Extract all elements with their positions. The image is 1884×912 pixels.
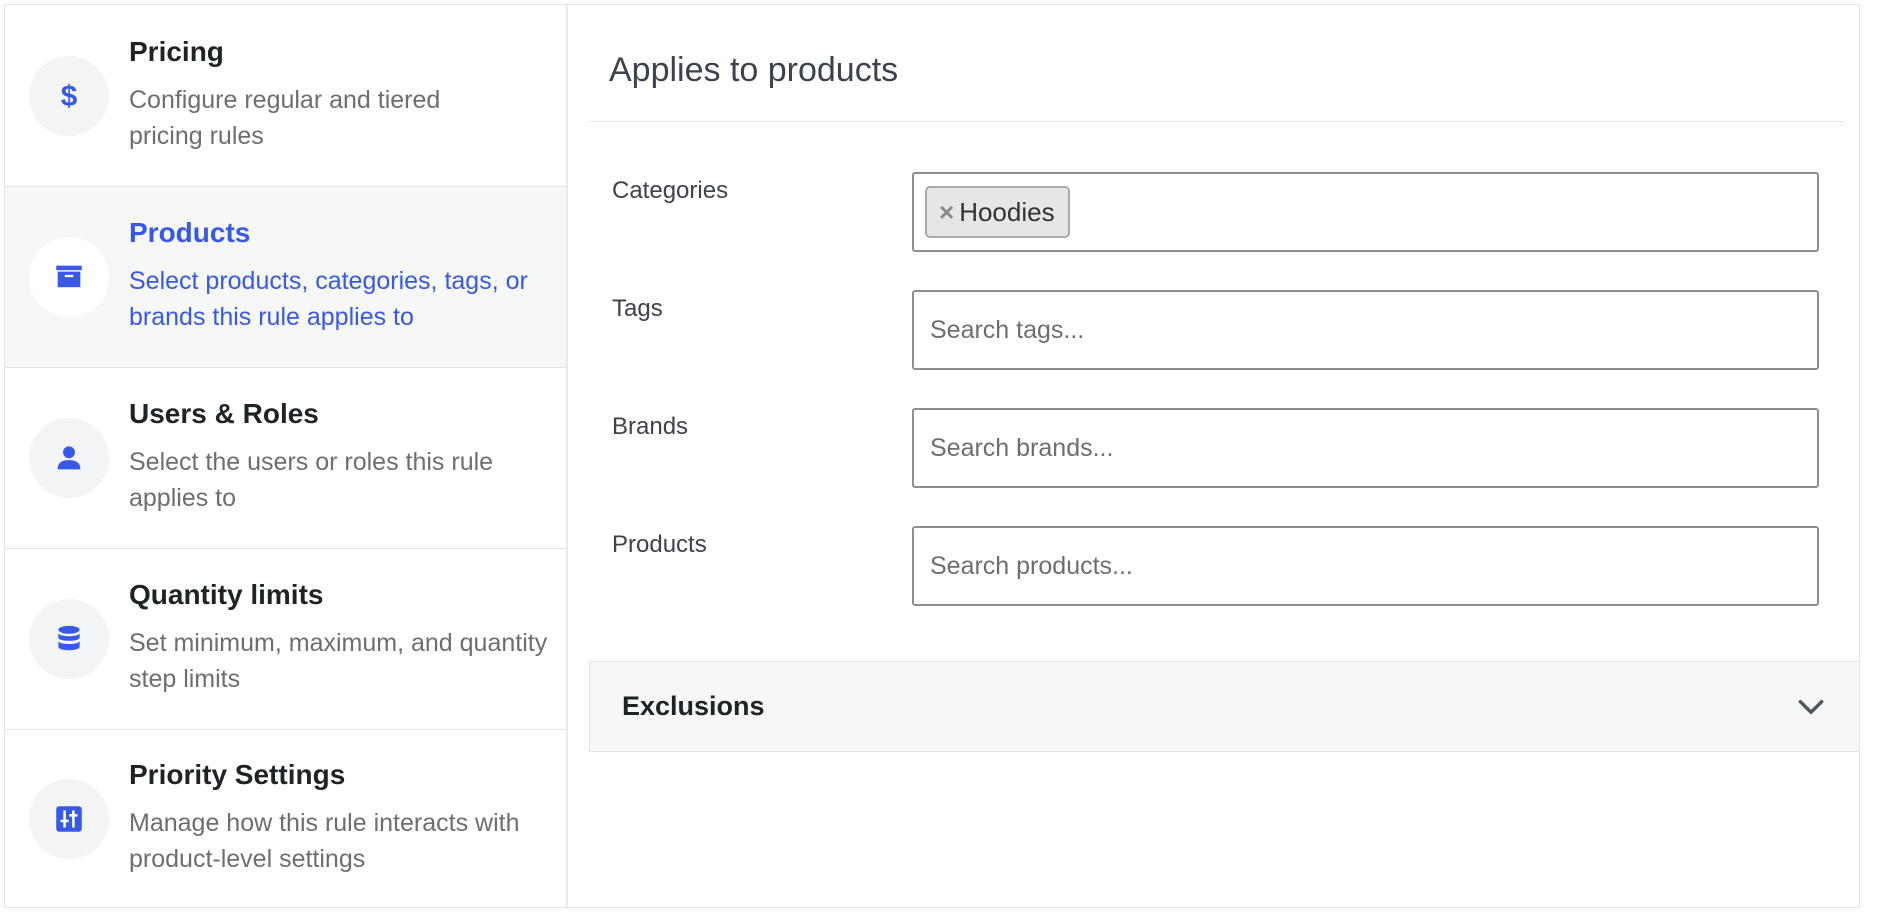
products-label: Products xyxy=(612,531,707,558)
brands-label: Brands xyxy=(612,413,689,440)
svg-text:$: $ xyxy=(61,79,78,112)
sliders-icon xyxy=(29,778,109,859)
tags-label: Tags xyxy=(612,295,663,322)
sidebar-item-desc: Configure regular and tiered pricing rul… xyxy=(129,85,441,150)
sidebar-item-title: Quantity limits xyxy=(129,579,324,611)
sidebar-item-users-roles[interactable]: Users & Roles Select the users or roles … xyxy=(5,368,566,549)
category-token: × Hoodies xyxy=(925,186,1070,238)
exclusions-accordion[interactable]: Exclusions xyxy=(589,661,1860,752)
archive-box-icon xyxy=(29,237,109,317)
brands-row: Brands Search brands... xyxy=(612,408,1844,526)
categories-label: Categories xyxy=(612,177,729,204)
database-icon xyxy=(29,599,109,679)
user-icon xyxy=(29,418,109,498)
page-title: Applies to products xyxy=(609,50,899,89)
tags-search-input[interactable]: Search tags... xyxy=(912,290,1819,370)
products-search-input[interactable]: Search products... xyxy=(912,526,1819,606)
sidebar-item-products[interactable]: Products Select products, categories, ta… xyxy=(5,187,566,368)
main-header: Applies to products xyxy=(589,5,1844,122)
sidebar-item-desc: Select the users or roles this rule appl… xyxy=(129,448,494,513)
sidebar-nav: $ Pricing Configure regular and tiered p… xyxy=(5,5,568,907)
sidebar-item-priority-settings[interactable]: Priority Settings Manage how this rule i… xyxy=(5,730,566,907)
tags-row: Tags Search tags... xyxy=(612,290,1844,408)
sidebar-item-desc: Manage how this rule interacts with prod… xyxy=(129,808,520,873)
product-filters-form: Categories × Hoodies Tags Search tags...… xyxy=(589,122,1844,644)
dollar-icon: $ xyxy=(29,55,109,136)
sidebar-item-title: Users & Roles xyxy=(129,398,319,430)
sidebar-item-desc: Set minimum, maximum, and quantity step … xyxy=(129,629,548,694)
sidebar-item-title: Products xyxy=(129,217,251,249)
main-panel: Applies to products Categories × Hoodies… xyxy=(568,5,1860,907)
categories-field[interactable]: × Hoodies xyxy=(912,172,1819,252)
chevron-down-icon[interactable] xyxy=(1795,691,1827,723)
sidebar-item-quantity-limits[interactable]: Quantity limits Set minimum, maximum, an… xyxy=(5,549,566,730)
products-row: Products Search products... xyxy=(612,526,1844,644)
sidebar-item-pricing[interactable]: $ Pricing Configure regular and tiered p… xyxy=(5,5,566,187)
brands-search-input[interactable]: Search brands... xyxy=(912,408,1819,488)
exclusions-title: Exclusions xyxy=(622,691,765,721)
sidebar-item-desc: Select products, categories, tags, or br… xyxy=(129,267,528,332)
remove-token-icon[interactable]: × xyxy=(939,197,954,228)
sidebar-item-title: Pricing xyxy=(129,35,224,67)
sidebar-item-title: Priority Settings xyxy=(129,758,346,790)
rule-editor-window: $ Pricing Configure regular and tiered p… xyxy=(4,4,1860,908)
category-token-label: Hoodies xyxy=(959,196,1055,227)
categories-row: Categories × Hoodies xyxy=(612,172,1844,290)
